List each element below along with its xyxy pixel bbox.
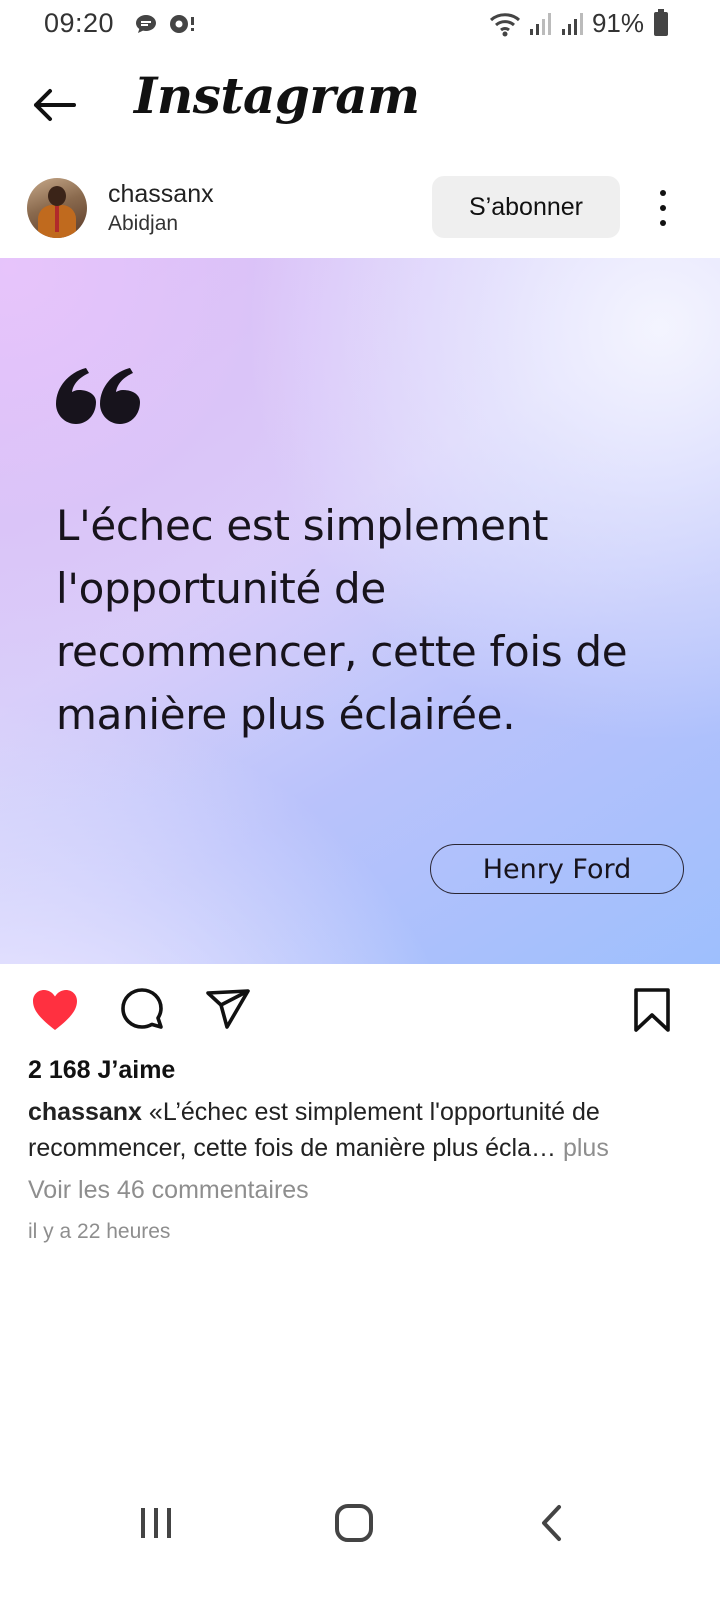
bookmark-button[interactable] [627, 985, 677, 1035]
back-arrow-icon [34, 89, 76, 121]
system-nav-bar [0, 1480, 720, 1564]
status-bar: 09:20 91% [0, 0, 720, 50]
share-button[interactable] [203, 985, 253, 1035]
recents-button[interactable] [126, 1498, 186, 1548]
post-actions [0, 975, 720, 1045]
author-pill: Henry Ford [430, 844, 684, 894]
subscribe-button[interactable]: S’abonner [432, 176, 620, 238]
app-title: Instagram [134, 66, 420, 125]
notification-icons [134, 13, 198, 35]
battery-icon [654, 8, 668, 36]
nav-back-icon [542, 1505, 561, 1541]
nav-back-button[interactable] [522, 1498, 582, 1548]
post-timestamp: il y a 22 heures [28, 1220, 171, 1243]
back-button[interactable] [28, 80, 80, 130]
post-username[interactable]: chassanx [108, 180, 214, 209]
view-comments-link[interactable]: Voir les 46 commentaires [28, 1176, 309, 1205]
like-heart-icon [33, 990, 77, 1030]
quote-text: L'échec est simplement l'opportunité de … [56, 501, 628, 739]
likes-count[interactable]: 2 168 J’aime [28, 1056, 175, 1085]
bookmark-icon [634, 988, 670, 1032]
post-caption: chassanx «L’échec est simplement l'oppor… [28, 1094, 678, 1166]
home-icon [335, 1504, 373, 1542]
post-image[interactable]: L'échec est simplement l'opportunité de … [0, 258, 720, 964]
media-notification-icon [170, 15, 194, 33]
post-location[interactable]: Abidjan [108, 212, 178, 236]
like-button[interactable] [30, 985, 80, 1035]
more-icon[interactable] [648, 186, 678, 230]
home-button[interactable] [324, 1498, 384, 1548]
battery-percent: 91% [591, 8, 644, 38]
app-header: Instagram [0, 60, 720, 150]
share-icon [206, 989, 250, 1029]
comment-icon [121, 988, 163, 1029]
post-header: chassanx Abidjan S’abonner [0, 170, 720, 256]
status-time: 09:20 [44, 8, 115, 38]
caption-username[interactable]: chassanx [28, 1098, 142, 1126]
wifi-icon [489, 12, 520, 36]
caption-more-link[interactable]: plus [556, 1134, 609, 1162]
quote-mark-icon [56, 368, 140, 424]
signal-icon-1 [529, 12, 551, 35]
recents-icon [141, 1508, 171, 1538]
comment-button[interactable] [117, 985, 167, 1035]
status-right: 91% [488, 8, 668, 39]
signal-icon-2 [561, 12, 583, 35]
avatar[interactable] [27, 178, 87, 238]
chat-notification-icon [136, 15, 156, 33]
